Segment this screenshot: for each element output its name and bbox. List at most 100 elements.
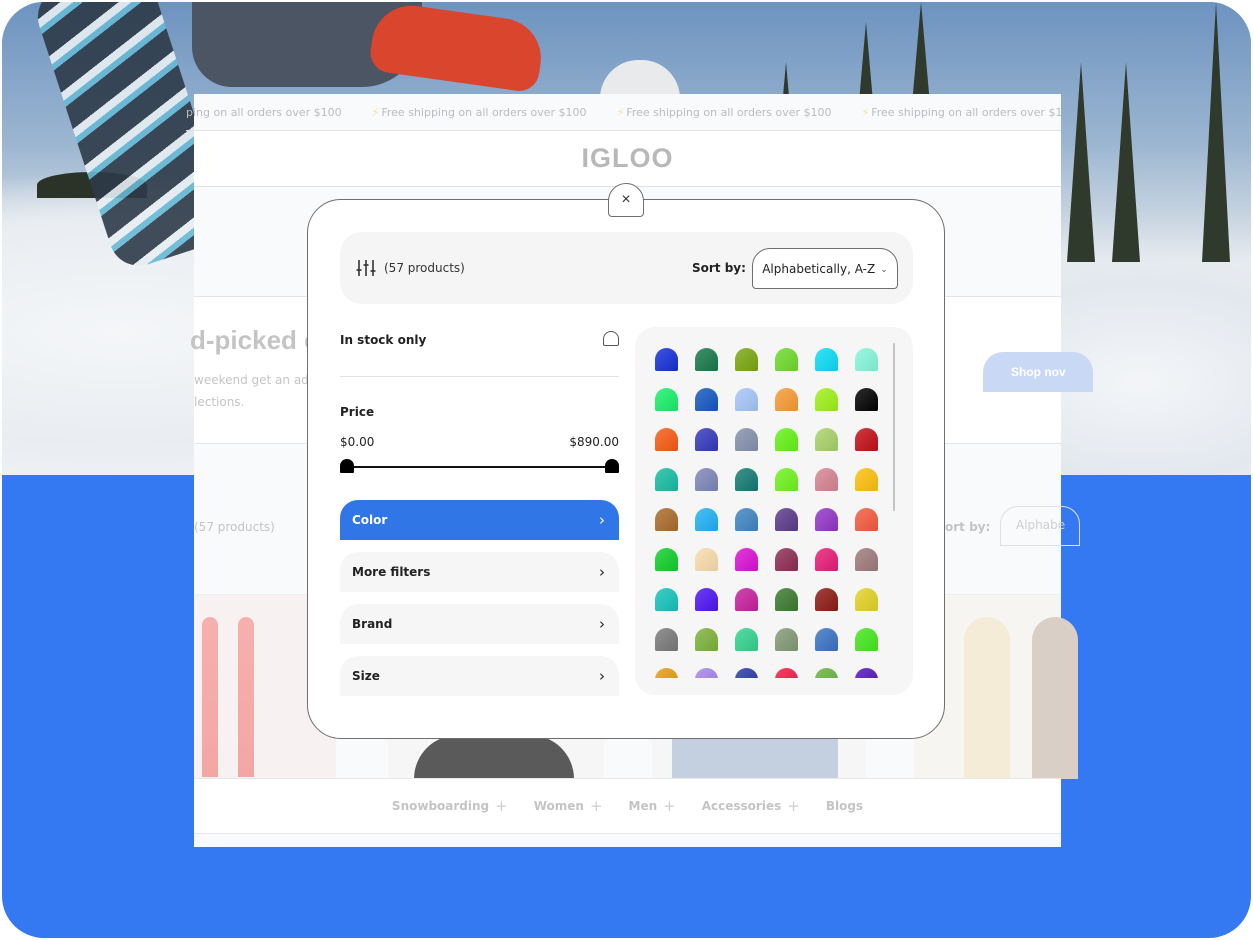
lightning-icon: ⚡ — [371, 105, 380, 119]
close-button[interactable]: × — [608, 183, 644, 217]
color-swatch[interactable] — [735, 628, 758, 651]
filter-brand-button[interactable]: Brand › — [340, 604, 619, 644]
color-swatch[interactable] — [855, 548, 878, 571]
color-swatch[interactable] — [815, 388, 838, 411]
footer-nav: Snowboarding + Women + Men + Accessories + B… — [194, 778, 1061, 834]
lightning-icon: ⚡ — [616, 105, 625, 119]
color-swatch[interactable] — [695, 428, 718, 451]
color-swatch[interactable] — [735, 588, 758, 611]
sort-select[interactable]: Alphabetically, A-Z ⌄ — [752, 248, 898, 289]
color-swatch[interactable] — [695, 348, 718, 371]
nav-item-men[interactable]: Men + — [629, 797, 676, 815]
color-swatch[interactable] — [735, 428, 758, 451]
filter-label: Color — [352, 513, 388, 527]
in-stock-checkbox[interactable] — [603, 331, 619, 346]
in-stock-label: In stock only — [340, 333, 427, 347]
filter-more-button[interactable]: More filters › — [340, 552, 619, 592]
color-swatch[interactable] — [655, 388, 678, 411]
chevron-down-icon: ⌄ — [880, 264, 888, 275]
price-min-label: $0.00 — [340, 435, 375, 449]
color-swatch[interactable] — [775, 588, 798, 611]
slider-handle-min[interactable] — [340, 459, 354, 473]
color-swatch[interactable] — [815, 468, 838, 491]
color-swatch[interactable] — [695, 388, 718, 411]
filter-color-button[interactable]: Color › — [340, 500, 619, 540]
hero-subtitle-line: weekend get an addit — [194, 373, 325, 387]
color-swatch[interactable] — [735, 348, 758, 371]
color-swatch[interactable] — [855, 468, 878, 491]
slider-fill — [347, 466, 612, 468]
color-swatch[interactable] — [655, 508, 678, 531]
nav-item-women[interactable]: Women + — [534, 797, 603, 815]
color-swatch[interactable] — [735, 668, 758, 678]
filter-label: More filters — [352, 565, 431, 579]
shop-now-button[interactable]: Shop nov — [983, 352, 1093, 392]
color-swatch[interactable] — [815, 428, 838, 451]
color-swatch[interactable] — [855, 508, 878, 531]
color-swatch[interactable] — [775, 428, 798, 451]
color-swatch[interactable] — [655, 428, 678, 451]
photo-tree — [1067, 62, 1095, 262]
color-swatch[interactable] — [695, 668, 718, 678]
nav-item-snowboarding[interactable]: Snowboarding + — [392, 797, 508, 815]
color-swatch[interactable] — [855, 628, 878, 651]
color-swatch[interactable] — [695, 588, 718, 611]
color-swatch[interactable] — [655, 548, 678, 571]
color-swatch[interactable] — [735, 388, 758, 411]
color-swatch[interactable] — [815, 348, 838, 371]
color-swatch[interactable] — [775, 388, 798, 411]
color-swatch[interactable] — [855, 668, 878, 678]
color-swatch[interactable] — [815, 588, 838, 611]
product-image-ski — [238, 617, 254, 777]
price-label: Price — [340, 405, 375, 419]
color-swatch[interactable] — [775, 668, 798, 678]
color-swatch[interactable] — [815, 668, 838, 678]
price-range-slider[interactable] — [340, 459, 619, 475]
close-icon: × — [621, 191, 631, 208]
color-swatch[interactable] — [855, 388, 878, 411]
color-swatch[interactable] — [855, 428, 878, 451]
photo-jacket — [367, 2, 547, 94]
nav-item-blogs[interactable]: Blogs — [826, 799, 863, 813]
color-swatch[interactable] — [775, 548, 798, 571]
site-header: IGLOO — [194, 131, 1061, 187]
color-swatch[interactable] — [695, 508, 718, 531]
color-swatch[interactable] — [695, 548, 718, 571]
color-swatch[interactable] — [655, 348, 678, 371]
color-swatch[interactable] — [655, 628, 678, 651]
site-logo[interactable]: IGLOO — [582, 143, 674, 174]
color-swatch[interactable] — [815, 508, 838, 531]
chevron-right-icon: › — [599, 615, 605, 633]
color-swatch[interactable] — [655, 468, 678, 491]
color-swatch[interactable] — [735, 508, 758, 531]
filter-sidebar: In stock only Price $0.00 $890.00 Color … — [340, 324, 619, 696]
shipping-banner-item: ⚡ Free shipping on all orders over $100 — [861, 105, 1062, 119]
slider-handle-max[interactable] — [605, 459, 619, 473]
shipping-banner-item: ping on all orders over $100 — [186, 105, 342, 119]
color-swatch[interactable] — [775, 468, 798, 491]
filter-label: Size — [352, 669, 380, 683]
color-swatch[interactable] — [775, 348, 798, 371]
color-swatch[interactable] — [815, 548, 838, 571]
color-swatch[interactable] — [695, 468, 718, 491]
color-swatch[interactable] — [775, 628, 798, 651]
color-swatch[interactable] — [695, 628, 718, 651]
scrollbar[interactable] — [893, 343, 895, 511]
plus-icon: + — [663, 797, 676, 815]
color-swatch[interactable] — [855, 588, 878, 611]
sort-select[interactable]: Alphabe — [1000, 506, 1080, 546]
color-swatch[interactable] — [775, 508, 798, 531]
color-swatch[interactable] — [815, 628, 838, 651]
nav-item-accessories[interactable]: Accessories + — [702, 797, 800, 815]
color-swatch[interactable] — [655, 668, 678, 678]
sliders-icon — [356, 260, 376, 276]
filter-size-button[interactable]: Size › — [340, 656, 619, 696]
color-swatch[interactable] — [735, 548, 758, 571]
color-swatch[interactable] — [655, 588, 678, 611]
filter-modal: (57 products) Sort by: Alphabetically, A… — [307, 199, 945, 739]
color-swatch[interactable] — [855, 348, 878, 371]
plus-icon: + — [787, 797, 800, 815]
color-swatch[interactable] — [735, 468, 758, 491]
plus-icon: + — [495, 797, 508, 815]
color-swatch-grid — [655, 348, 878, 678]
